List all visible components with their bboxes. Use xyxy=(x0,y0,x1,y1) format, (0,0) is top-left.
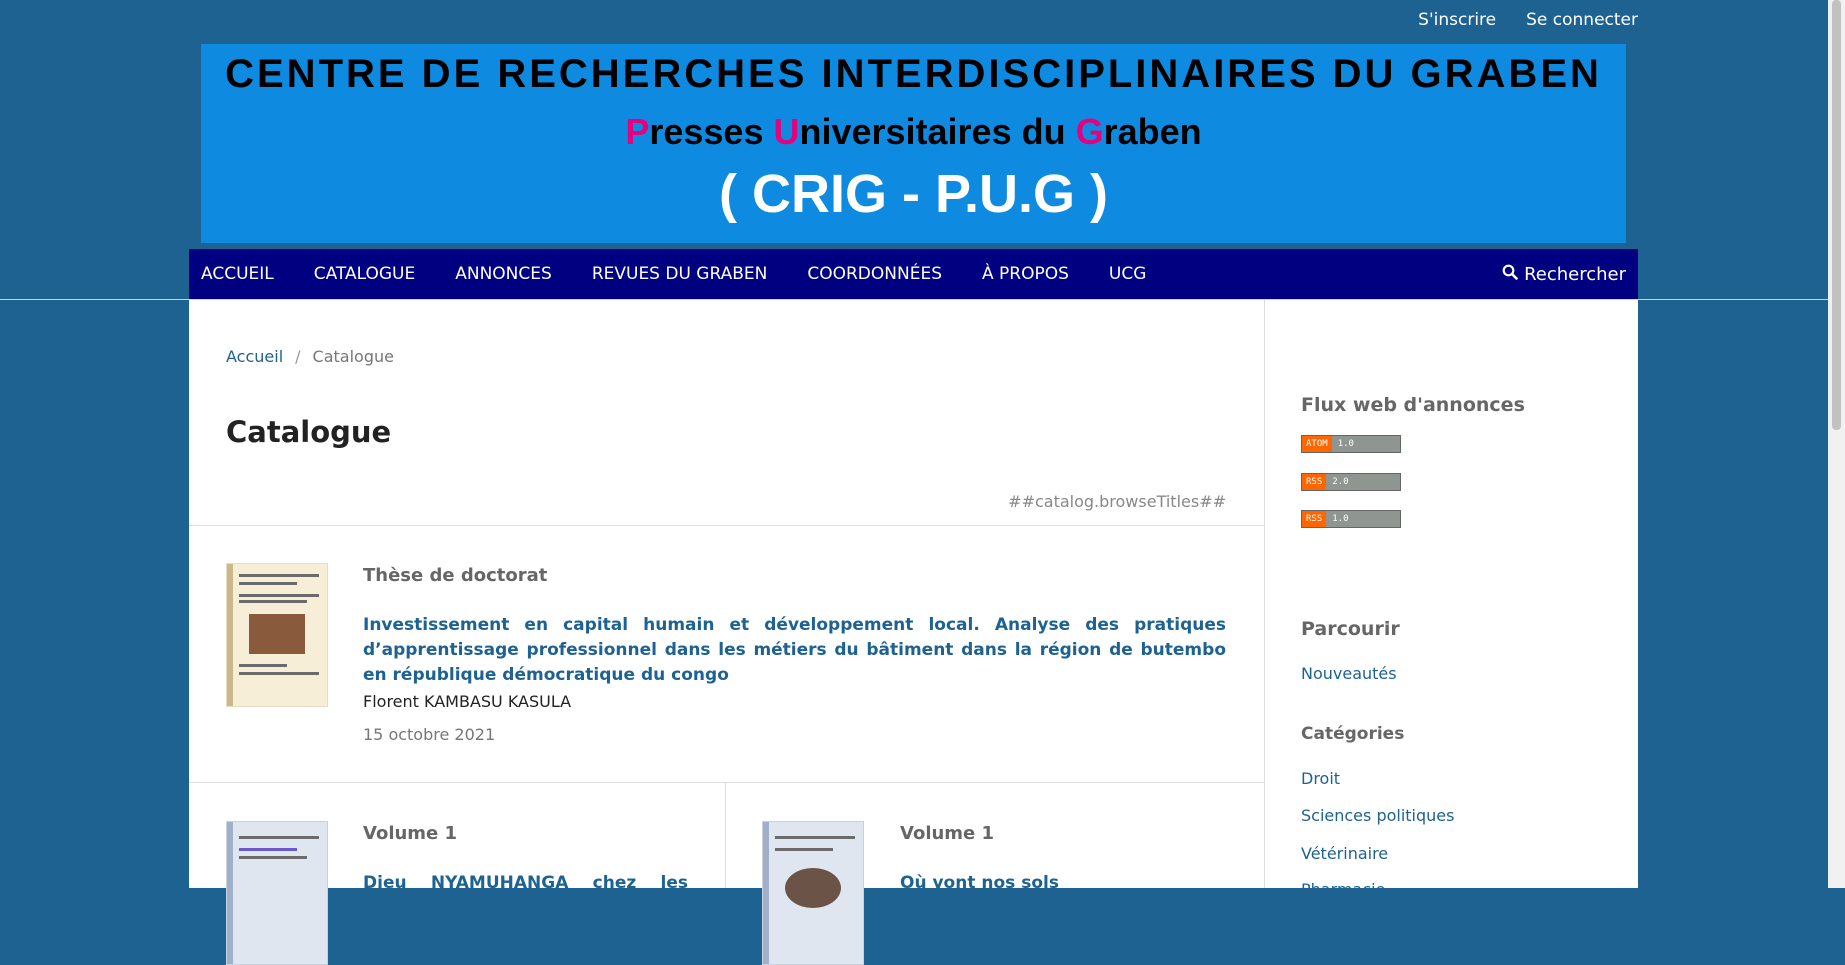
item-series: Volume 1 xyxy=(900,823,995,844)
cover-text-line xyxy=(239,836,319,839)
item-author: Florent KAMBASU KASULA xyxy=(363,692,572,711)
rss1-feed-badge[interactable]: RSS 1.0 xyxy=(1301,510,1401,528)
nav-item-accueil[interactable]: ACCUEIL xyxy=(201,264,274,284)
item-date: 15 octobre 2021 xyxy=(363,725,496,744)
category-link-pharmacie[interactable]: Pharmacie xyxy=(1301,880,1385,899)
feeds-heading: Flux web d'annonces xyxy=(1301,394,1525,416)
feed-tag: ATOM xyxy=(1302,436,1332,452)
cover-text-line xyxy=(239,664,287,667)
cover-spine xyxy=(227,564,233,706)
item-title-link[interactable]: Dieu NYAMUHANGA chez les Nande xyxy=(363,871,688,921)
item-title-link[interactable]: Où vont nos sols xyxy=(900,871,1225,896)
nav-item-revues[interactable]: REVUES DU GRABEN xyxy=(592,264,768,284)
cover-text-line xyxy=(239,848,297,851)
feed-tag: RSS xyxy=(1302,474,1327,490)
breadcrumb: Accueil / Catalogue xyxy=(226,347,394,366)
feed-version: 1.0 xyxy=(1337,439,1354,449)
cover-text-line xyxy=(239,672,319,675)
column-divider xyxy=(725,783,726,888)
user-links: S'inscrire Se connecter xyxy=(1418,10,1638,30)
browse-heading: Parcourir xyxy=(1301,618,1400,640)
feed-tag: RSS xyxy=(1302,511,1327,527)
banner-initial-u: U xyxy=(773,111,800,152)
divider xyxy=(189,525,1264,526)
banner-initial-p: P xyxy=(625,111,650,152)
search-button[interactable]: Rechercher xyxy=(1502,264,1626,285)
breadcrumb-home[interactable]: Accueil xyxy=(226,347,283,366)
book-cover-3[interactable] xyxy=(762,821,864,965)
cover-text-line xyxy=(239,856,307,859)
banner-initial-g: G xyxy=(1075,111,1104,152)
sidebar: Flux web d'annonces ATOM 1.0 RSS 2.0 RSS… xyxy=(1265,300,1638,899)
banner-word-graben: raben xyxy=(1103,111,1202,152)
breadcrumb-separator: / xyxy=(295,347,301,366)
banner-line-2: Presses Universitaires du Graben xyxy=(201,111,1626,153)
nav-item-annonces[interactable]: ANNONCES xyxy=(455,264,552,284)
page-content: Accueil / Catalogue Catalogue ##catalog.br… xyxy=(189,300,1638,965)
banner-word-presses: resses xyxy=(649,111,774,152)
browse-titles-label: ##catalog.browseTitles## xyxy=(1008,492,1226,511)
cover-spine xyxy=(227,822,233,964)
category-link-droit[interactable]: Droit xyxy=(1301,769,1340,788)
scrollbar-thumb[interactable] xyxy=(1832,0,1841,430)
cover-text-line xyxy=(239,582,297,585)
nav-item-catalogue[interactable]: CATALOGUE xyxy=(314,264,415,284)
banner-line-1: CENTRE DE RECHERCHES INTERDISCIPLINAIRES… xyxy=(225,52,1602,96)
signup-link[interactable]: S'inscrire xyxy=(1418,10,1496,30)
breadcrumb-current: Catalogue xyxy=(312,347,394,366)
book-cover-1[interactable] xyxy=(226,563,328,707)
cover-text-line xyxy=(775,848,833,851)
nav-item-ucg[interactable]: UCG xyxy=(1109,264,1147,284)
cover-spine xyxy=(763,822,769,964)
main-navbar: ACCUEIL CATALOGUE ANNONCES REVUES DU GRA… xyxy=(189,249,1638,299)
item-title-link[interactable]: Investissement en capital humain et déve… xyxy=(363,613,1226,688)
search-icon xyxy=(1502,264,1518,285)
new-releases-link[interactable]: Nouveautés xyxy=(1301,664,1397,683)
feed-version: 2.0 xyxy=(1332,477,1349,487)
atom-feed-badge[interactable]: ATOM 1.0 xyxy=(1301,435,1401,453)
banner-word-universitaires: niversitaires du xyxy=(799,111,1076,152)
cover-text-line xyxy=(239,574,319,577)
cover-photo xyxy=(785,868,841,908)
item-series: Volume 1 xyxy=(363,823,458,844)
nav-item-coordonnees[interactable]: COORDONNÉES xyxy=(807,264,942,284)
book-cover-2[interactable] xyxy=(226,821,328,965)
page-scrollbar[interactable] xyxy=(1828,0,1845,888)
page-title: Catalogue xyxy=(226,415,392,449)
banner-line-3: ( CRIG - P.U.G ) xyxy=(718,164,1109,224)
feed-version: 1.0 xyxy=(1332,514,1349,524)
cover-text-line xyxy=(239,594,319,597)
divider xyxy=(189,782,1264,783)
search-label: Rechercher xyxy=(1524,263,1626,285)
category-link-sciences-politiques[interactable]: Sciences politiques xyxy=(1301,806,1454,825)
rss2-feed-badge[interactable]: RSS 2.0 xyxy=(1301,473,1401,491)
cover-photo xyxy=(249,614,305,654)
category-link-veterinaire[interactable]: Vétérinaire xyxy=(1301,844,1388,863)
login-link[interactable]: Se connecter xyxy=(1526,10,1638,30)
cover-text-line xyxy=(239,600,307,603)
item-series: Thèse de doctorat xyxy=(363,565,548,586)
cover-text-line xyxy=(775,836,855,839)
nav-item-a-propos[interactable]: À PROPOS xyxy=(982,264,1069,284)
categories-heading: Catégories xyxy=(1301,724,1405,744)
site-banner[interactable]: CENTRE DE RECHERCHES INTERDISCIPLINAIRES… xyxy=(201,44,1626,243)
main-column: Accueil / Catalogue Catalogue ##catalog.br… xyxy=(189,300,1265,965)
nav-menu: ACCUEIL CATALOGUE ANNONCES REVUES DU GRA… xyxy=(189,264,1186,284)
